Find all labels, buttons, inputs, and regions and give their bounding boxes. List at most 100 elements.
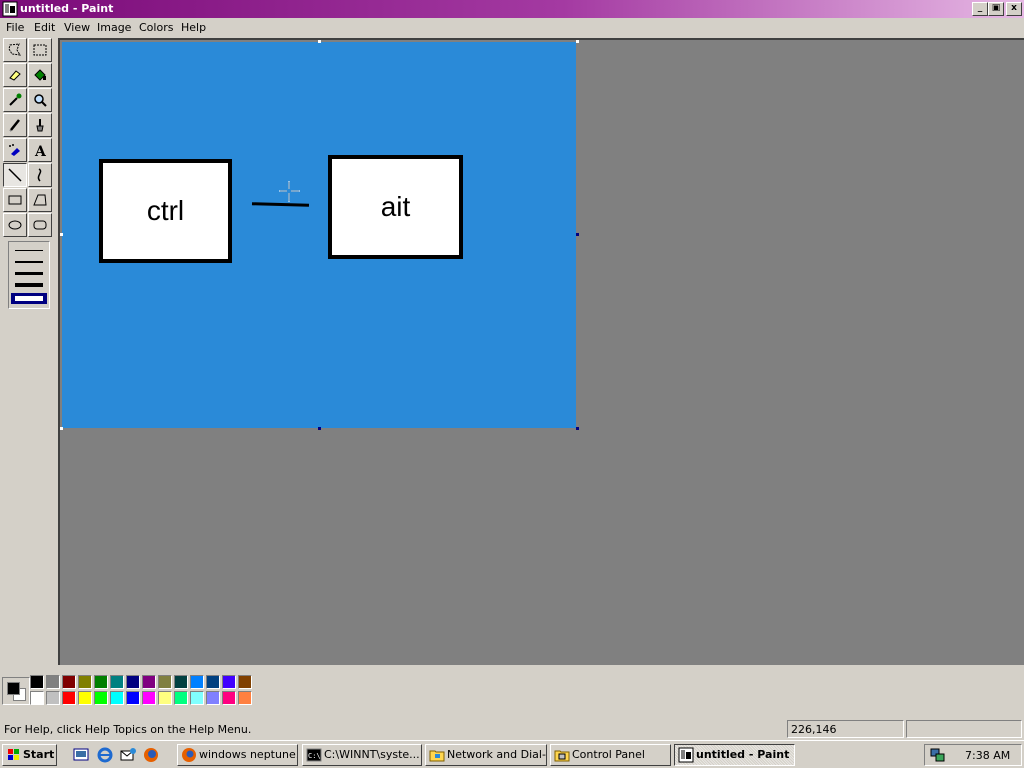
taskbar-button-control-panel[interactable]: Control Panel [550,744,671,766]
color-swatch[interactable] [30,691,44,705]
line-width-4[interactable] [15,283,43,287]
color-swatch[interactable] [206,675,220,689]
svg-text:C:\: C:\ [308,752,321,760]
ctrl-key-label: ctrl [146,195,185,226]
fill-tool[interactable] [28,63,52,87]
line-width-2[interactable] [15,261,43,263]
free-form-select-tool[interactable] [3,38,27,62]
color-swatch[interactable] [206,691,220,705]
color-swatch[interactable] [222,675,236,689]
line-width-5-selected[interactable] [11,293,47,304]
menu-image[interactable]: Image [97,21,131,34]
color-swatch[interactable] [142,675,156,689]
ellipse-icon [8,220,22,230]
color-swatch[interactable] [158,691,172,705]
taskbar-button-paint[interactable]: untitled - Paint [674,744,795,766]
color-swatch[interactable] [238,691,252,705]
color-swatch[interactable] [174,691,188,705]
menu-edit[interactable]: Edit [34,21,55,34]
paint-app-icon[interactable] [2,1,18,17]
color-swatch[interactable] [190,691,204,705]
eyedropper-icon [9,93,22,106]
magnifier-tool[interactable] [28,88,52,112]
drawing-canvas[interactable]: ctrl ait [62,42,576,428]
airbrush-tool[interactable] [3,138,27,162]
color-swatch[interactable] [126,691,140,705]
color-swatch[interactable] [94,675,108,689]
airbrush-icon [9,144,20,156]
color-swatch[interactable] [94,691,108,705]
outlook-express-icon[interactable] [119,746,137,764]
color-swatch[interactable] [62,691,76,705]
ellipse-tool[interactable] [3,213,27,237]
curve-tool[interactable] [28,163,52,187]
status-bar: For Help, click Help Topics on the Help … [0,719,1024,739]
color-swatch[interactable] [46,675,60,689]
rectangle-tool[interactable] [3,188,27,212]
text-tool[interactable]: A [28,138,52,162]
color-swatch[interactable] [62,675,76,689]
line-icon [8,168,22,182]
color-swatch[interactable] [142,691,156,705]
taskbar-button-label: untitled - Paint [696,748,790,761]
line-width-3[interactable] [15,272,43,275]
restore-button[interactable]: ▣ [988,2,1004,16]
color-swatch[interactable] [126,675,140,689]
color-swatch[interactable] [110,675,124,689]
color-swatch[interactable] [222,691,236,705]
network-folder-icon [429,750,445,762]
select-tool[interactable] [28,38,52,62]
magnifier-icon [34,94,47,107]
pencil-tool[interactable] [3,113,27,137]
polygon-tool[interactable] [28,188,52,212]
color-swatch[interactable] [78,691,92,705]
line-width-1[interactable] [15,250,43,251]
menu-colors[interactable]: Colors [139,21,173,34]
current-colors[interactable] [2,677,30,705]
ait-key-box: ait [328,155,463,259]
color-swatch[interactable] [190,675,204,689]
menu-file[interactable]: File [6,21,24,34]
brush-icon [36,119,44,132]
clock[interactable]: 7:38 AM [965,749,1010,762]
color-swatch[interactable] [46,691,60,705]
color-swatch[interactable] [174,675,188,689]
title-bar[interactable]: untitled - Paint _ ▣ x [0,0,1024,18]
pick-color-tool[interactable] [3,88,27,112]
window-title: untitled - Paint [20,2,114,15]
resize-handle-right[interactable] [576,233,579,236]
show-desktop-icon[interactable] [72,746,90,764]
start-label: Start [23,748,55,761]
brush-tool[interactable] [28,113,52,137]
taskbar-button-cmd[interactable]: C:\ C:\WINNT\syste... [302,744,422,766]
close-button[interactable]: x [1006,2,1022,16]
minimize-button[interactable]: _ [972,2,988,16]
color-swatch[interactable] [238,675,252,689]
command-prompt-icon: C:\ [306,748,322,762]
color-swatch[interactable] [110,691,124,705]
firefox-icon[interactable] [142,746,160,764]
line-tool[interactable] [3,163,27,187]
start-button[interactable]: Start [2,744,57,766]
paint-bucket-icon [34,69,46,81]
ait-key-label: ait [380,191,411,222]
eraser-icon [9,70,21,81]
color-swatch[interactable] [78,675,92,689]
handle-top-right [576,40,579,43]
eraser-tool[interactable] [3,63,27,87]
taskbar-button-label: Control Panel [572,748,645,761]
menu-help[interactable]: Help [181,21,206,34]
color-swatch[interactable] [30,675,44,689]
rounded-rectangle-tool[interactable] [28,213,52,237]
internet-explorer-icon[interactable] [96,746,114,764]
menu-view[interactable]: View [64,21,90,34]
pencil-icon [9,119,20,132]
taskbar-button-firefox[interactable]: windows neptune... [177,744,298,766]
taskbar-button-network[interactable]: Network and Dial-... [425,744,547,766]
color-swatch[interactable] [158,675,172,689]
status-coordinates: 226,146 [787,720,904,738]
resize-handle-bottom[interactable] [318,427,321,430]
resize-handle-corner[interactable] [576,427,579,430]
network-connection-icon[interactable] [930,747,946,763]
handle-bottom-left [60,427,63,430]
